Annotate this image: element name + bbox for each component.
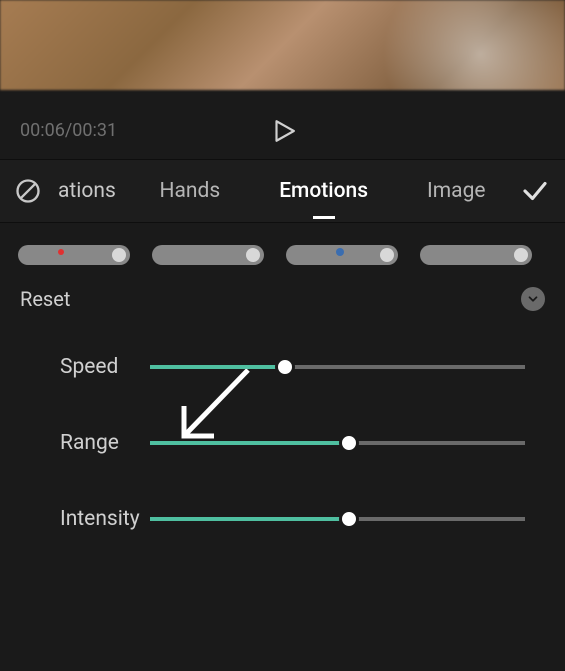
playback-bar: 00:06/00:31 — [0, 90, 565, 159]
tab-emotions[interactable]: Emotions — [250, 179, 398, 203]
tab-hands[interactable]: Hands — [130, 179, 250, 203]
reset-button[interactable]: Reset — [20, 287, 70, 311]
slider-section-header: Reset — [0, 273, 565, 315]
preset-item[interactable] — [420, 245, 532, 265]
chevron-down-icon — [526, 292, 540, 306]
slider-label: Intensity — [40, 507, 150, 531]
slider-thumb[interactable] — [275, 357, 295, 377]
preset-item[interactable] — [18, 245, 130, 265]
slider-thumb[interactable] — [339, 433, 359, 453]
intensity-slider[interactable] — [150, 509, 525, 529]
cancel-button[interactable] — [10, 177, 46, 205]
preset-thumbnails — [0, 223, 565, 273]
speed-slider[interactable] — [150, 357, 525, 377]
slider-label: Range — [40, 431, 150, 455]
slider-range: Range — [40, 431, 525, 455]
preset-item[interactable] — [152, 245, 264, 265]
slider-fill — [150, 365, 285, 369]
confirm-button[interactable] — [515, 176, 555, 206]
slider-intensity: Intensity — [40, 507, 525, 531]
tab-animations-partial[interactable]: ations — [52, 179, 130, 203]
slider-label: Speed — [40, 355, 150, 379]
preset-item[interactable] — [286, 245, 398, 265]
slider-fill — [150, 441, 349, 445]
play-icon — [270, 118, 296, 144]
tab-image[interactable]: Image — [398, 179, 515, 203]
category-tabs: ations Hands Emotions Image — [0, 159, 565, 223]
slider-fill — [150, 517, 349, 521]
slider-speed: Speed — [40, 355, 525, 379]
video-effects-panel: 00:06/00:31 ations Hands Emotions Image — [0, 0, 565, 671]
play-button[interactable] — [270, 118, 296, 144]
checkmark-icon — [520, 176, 550, 206]
slider-controls: Speed Range Intensity — [0, 315, 565, 531]
timecode: 00:06/00:31 — [20, 120, 117, 141]
range-slider[interactable] — [150, 433, 525, 453]
video-preview[interactable] — [0, 0, 565, 90]
no-symbol-icon — [14, 177, 42, 205]
slider-thumb[interactable] — [339, 509, 359, 529]
collapse-button[interactable] — [521, 287, 545, 311]
